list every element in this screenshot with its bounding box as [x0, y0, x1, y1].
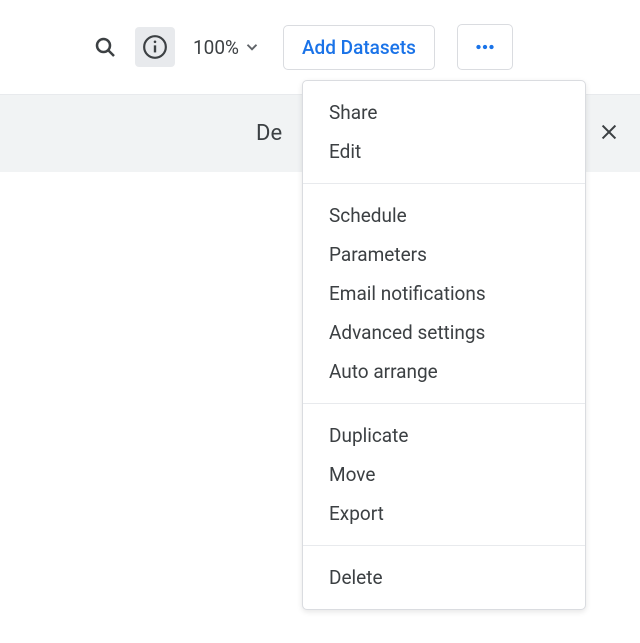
add-datasets-button[interactable]: Add Datasets	[283, 25, 435, 70]
close-button[interactable]	[598, 121, 620, 147]
menu-item-delete[interactable]: Delete	[303, 558, 585, 597]
menu-item-schedule[interactable]: Schedule	[303, 196, 585, 235]
menu-item-move[interactable]: Move	[303, 455, 585, 494]
menu-item-advanced-settings[interactable]: Advanced settings	[303, 313, 585, 352]
menu-group: Duplicate Move Export	[303, 404, 585, 546]
menu-group: Share Edit	[303, 81, 585, 184]
chevron-down-icon	[243, 38, 261, 56]
zoom-control[interactable]: 100%	[193, 36, 261, 59]
more-options-button[interactable]	[457, 24, 513, 70]
close-icon	[598, 121, 620, 143]
menu-item-share[interactable]: Share	[303, 93, 585, 132]
search-button[interactable]	[85, 27, 125, 67]
menu-item-parameters[interactable]: Parameters	[303, 235, 585, 274]
info-button[interactable]	[135, 27, 175, 67]
subheader-title: De	[256, 121, 282, 146]
menu-item-export[interactable]: Export	[303, 494, 585, 533]
menu-group: Schedule Parameters Email notifications …	[303, 184, 585, 404]
menu-group: Delete	[303, 546, 585, 609]
info-icon	[142, 34, 168, 60]
zoom-level-text: 100%	[193, 36, 239, 59]
menu-item-duplicate[interactable]: Duplicate	[303, 416, 585, 455]
more-options-menu: Share Edit Schedule Parameters Email not…	[302, 80, 586, 610]
more-horizontal-icon	[472, 34, 498, 60]
menu-item-edit[interactable]: Edit	[303, 132, 585, 171]
menu-item-email-notifications[interactable]: Email notifications	[303, 274, 585, 313]
search-icon	[93, 35, 117, 59]
menu-item-auto-arrange[interactable]: Auto arrange	[303, 352, 585, 391]
